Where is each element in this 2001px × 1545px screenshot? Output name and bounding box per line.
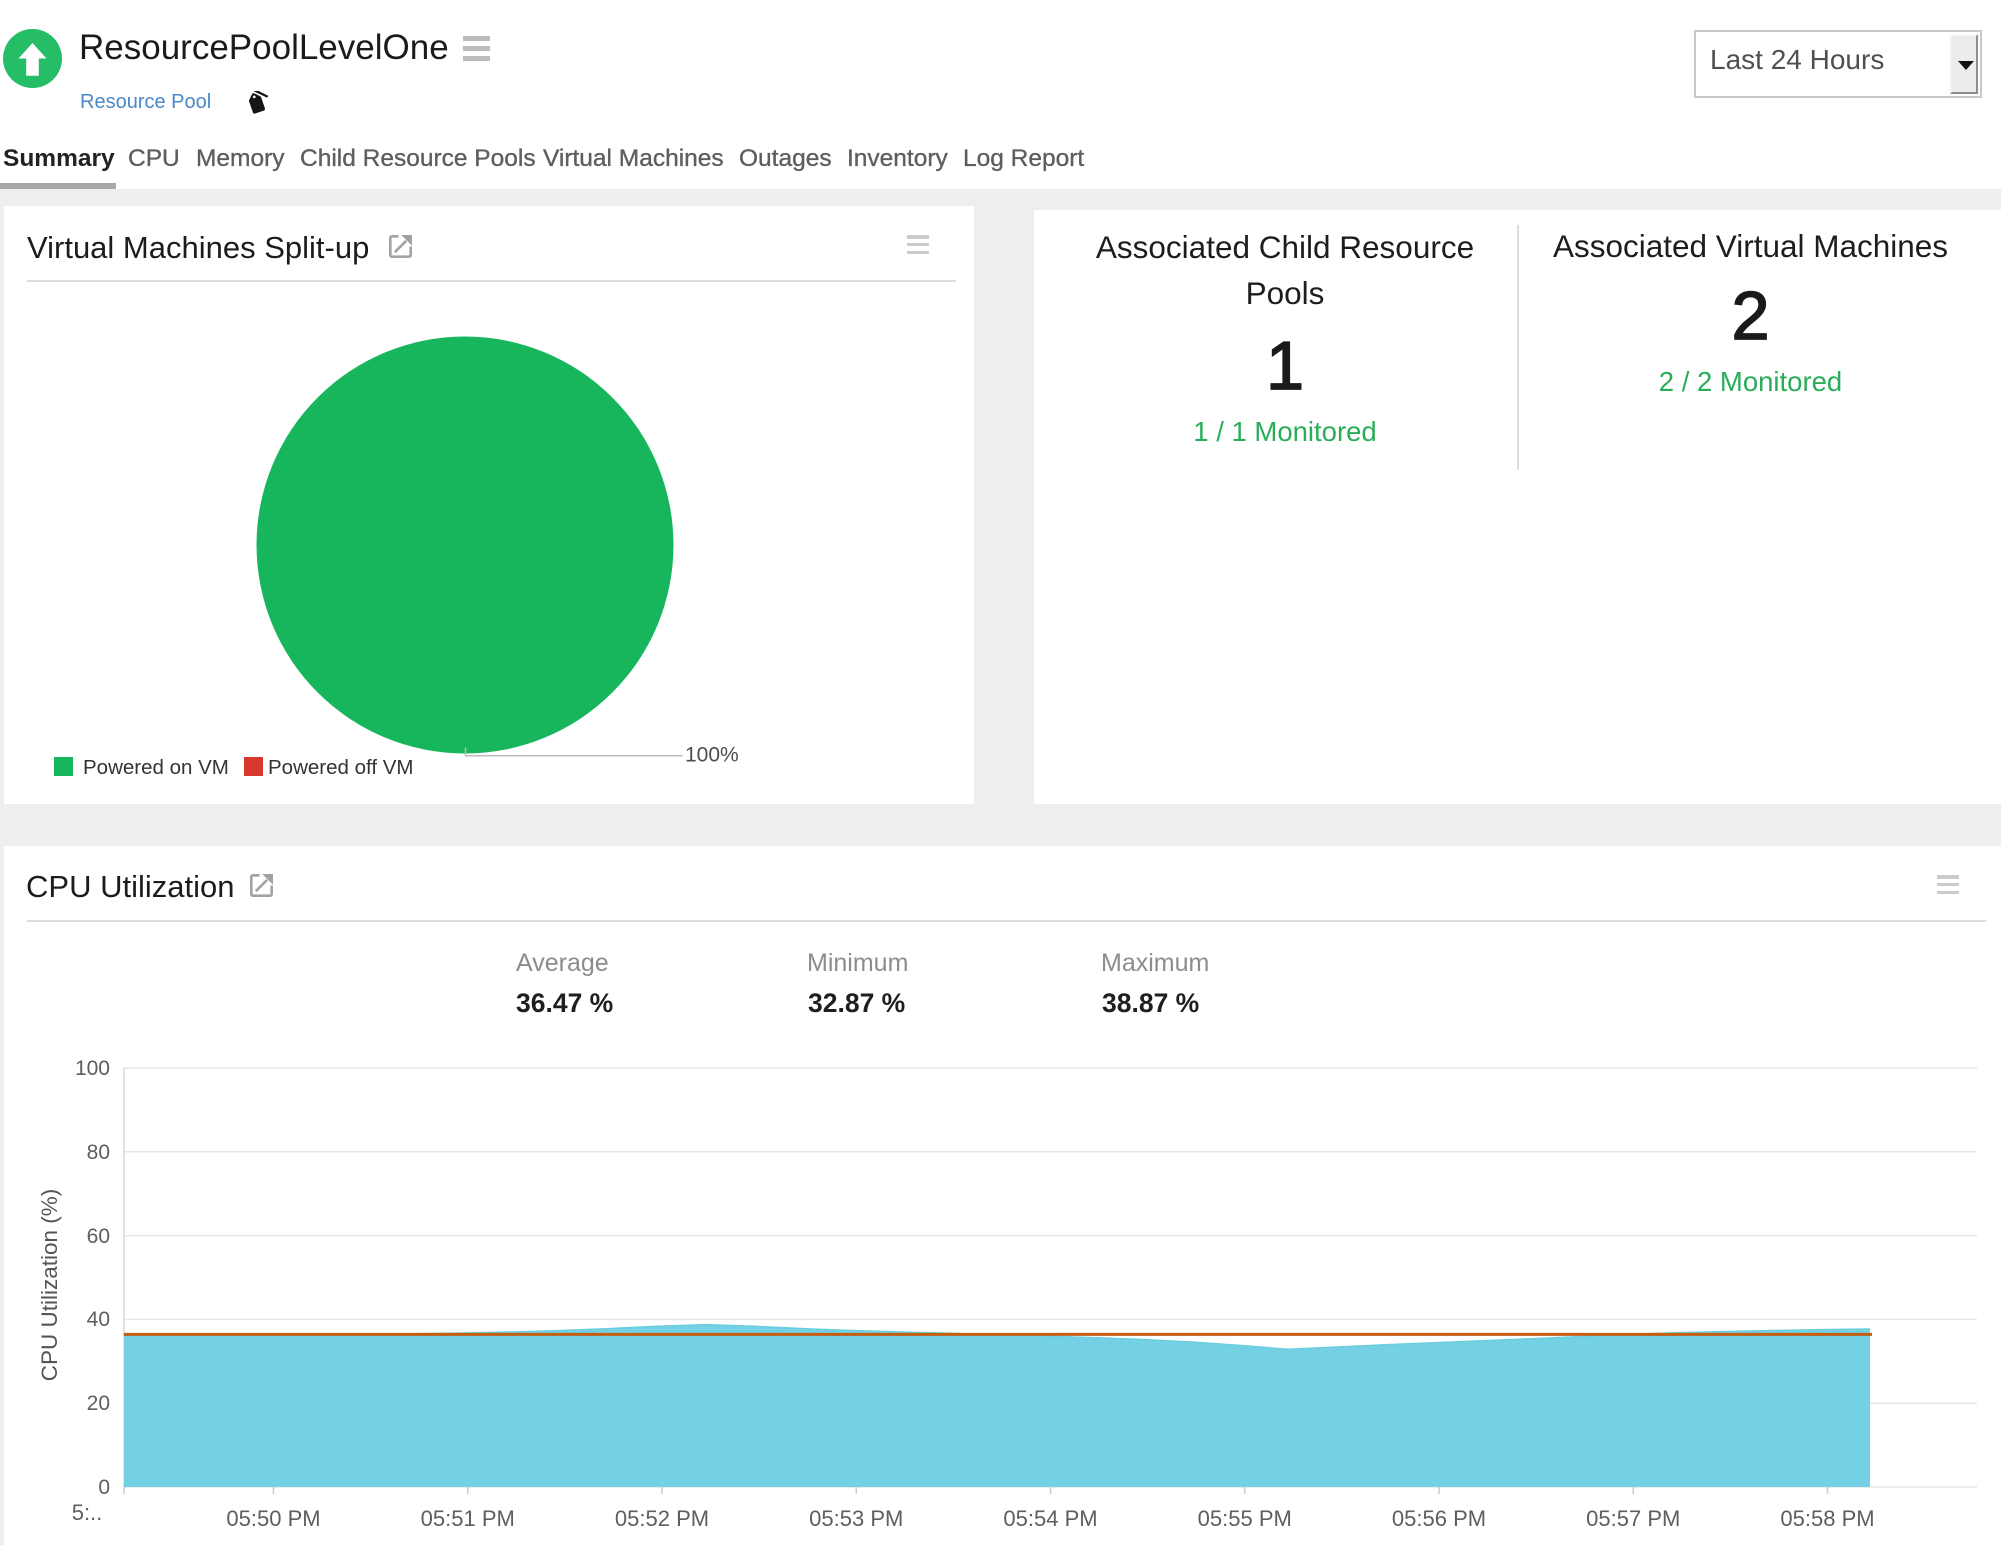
- svg-text:5:..: 5:..: [72, 1500, 103, 1525]
- svg-text:20: 20: [87, 1392, 110, 1415]
- svg-text:05:58 PM: 05:58 PM: [1780, 1506, 1874, 1531]
- svg-text:60: 60: [87, 1225, 110, 1248]
- svg-text:05:51 PM: 05:51 PM: [421, 1506, 515, 1531]
- svg-text:05:54 PM: 05:54 PM: [1003, 1506, 1097, 1531]
- svg-text:40: 40: [87, 1308, 110, 1331]
- svg-text:05:52 PM: 05:52 PM: [615, 1506, 709, 1531]
- svg-text:05:57 PM: 05:57 PM: [1586, 1506, 1680, 1531]
- svg-text:80: 80: [87, 1141, 110, 1164]
- svg-text:100%: 100%: [685, 744, 739, 767]
- svg-text:05:55 PM: 05:55 PM: [1198, 1506, 1292, 1531]
- svg-text:05:53 PM: 05:53 PM: [809, 1506, 903, 1531]
- svg-text:05:56 PM: 05:56 PM: [1392, 1506, 1486, 1531]
- svg-text:0: 0: [98, 1476, 110, 1499]
- svg-text:100: 100: [75, 1057, 110, 1080]
- svg-text:CPU Utilization (%): CPU Utilization (%): [37, 1189, 62, 1382]
- svg-text:05:50 PM: 05:50 PM: [226, 1506, 320, 1531]
